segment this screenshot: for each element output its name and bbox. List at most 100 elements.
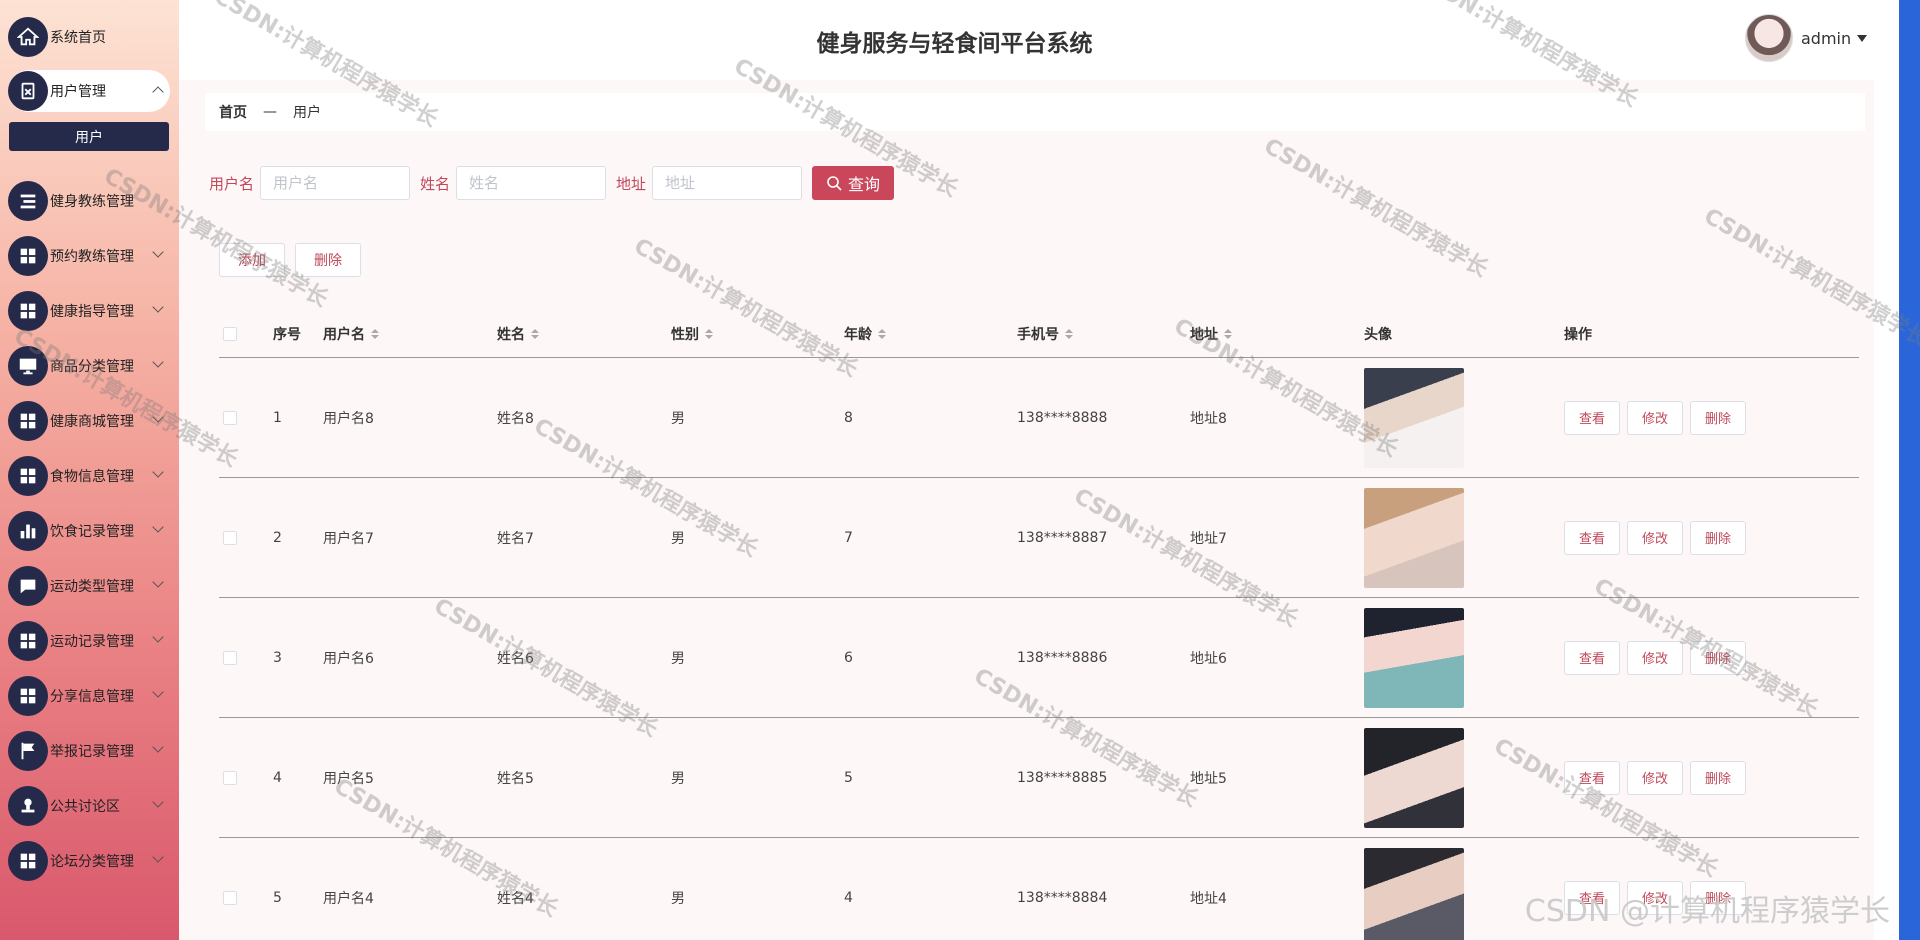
row-checkbox[interactable] bbox=[223, 410, 237, 425]
sidebar-item-home[interactable]: 系统首页 bbox=[8, 16, 170, 58]
name-input[interactable] bbox=[456, 166, 607, 200]
grid-icon bbox=[8, 401, 48, 441]
sidebar-item-guidance[interactable]: 健康指导管理 bbox=[8, 290, 170, 332]
avatar-photo[interactable] bbox=[1364, 487, 1464, 588]
sidebar-item-diet[interactable]: 饮食记录管理 bbox=[8, 510, 170, 552]
chevron-down-icon bbox=[152, 246, 164, 258]
chevron-down-icon bbox=[152, 741, 164, 753]
view-button[interactable]: 查看 bbox=[1564, 880, 1621, 915]
delete-row-button[interactable]: 删除 bbox=[1690, 880, 1747, 915]
sort-icon[interactable] bbox=[1224, 328, 1232, 339]
header-sex[interactable]: 性别 bbox=[671, 324, 844, 344]
flag-icon bbox=[8, 731, 48, 771]
sort-icon[interactable] bbox=[371, 328, 379, 339]
sidebar-item-users[interactable]: 用户管理 bbox=[8, 70, 170, 112]
edit-button[interactable]: 修改 bbox=[1627, 880, 1684, 915]
view-button[interactable]: 查看 bbox=[1564, 400, 1621, 435]
cell-phone: 138****8884 bbox=[1017, 889, 1108, 906]
sidebar-item-forum-category[interactable]: 论坛分类管理 bbox=[8, 840, 170, 882]
header-label: 姓名 bbox=[497, 326, 525, 343]
avatar-photo[interactable] bbox=[1364, 847, 1464, 940]
cell-username: 用户名8 bbox=[323, 410, 374, 427]
search-icon bbox=[827, 176, 842, 191]
cell-username: 用户名4 bbox=[323, 890, 374, 907]
cell-address: 地址6 bbox=[1190, 650, 1227, 667]
sidebar-item-report[interactable]: 举报记录管理 bbox=[8, 730, 170, 772]
clipboard-icon bbox=[8, 71, 48, 111]
sort-icon[interactable] bbox=[705, 328, 713, 339]
delete-button[interactable]: 删除 bbox=[295, 243, 361, 277]
user-menu[interactable]: admin bbox=[1745, 14, 1868, 62]
cell-phone: 138****8888 bbox=[1017, 409, 1108, 426]
edit-button[interactable]: 修改 bbox=[1627, 400, 1684, 435]
cell-index: 5 bbox=[273, 889, 282, 906]
edit-button[interactable]: 修改 bbox=[1627, 520, 1684, 555]
avatar-photo[interactable] bbox=[1364, 367, 1464, 468]
cell-phone: 138****8886 bbox=[1017, 649, 1108, 666]
sort-icon[interactable] bbox=[878, 328, 886, 339]
header-label: 用户名 bbox=[323, 326, 365, 343]
grid-icon bbox=[8, 291, 48, 331]
address-input[interactable] bbox=[652, 166, 803, 200]
header-phone[interactable]: 手机号 bbox=[1017, 324, 1190, 344]
sidebar-item-label: 健康指导管理 bbox=[50, 304, 134, 320]
cell-sex: 男 bbox=[671, 530, 685, 547]
row-checkbox[interactable] bbox=[223, 890, 237, 905]
sort-icon[interactable] bbox=[531, 328, 539, 339]
header-username[interactable]: 用户名 bbox=[323, 324, 497, 344]
cell-username: 用户名6 bbox=[323, 650, 374, 667]
delete-row-button[interactable]: 删除 bbox=[1690, 760, 1747, 795]
avatar-photo[interactable] bbox=[1364, 607, 1464, 708]
sidebar-item-share[interactable]: 分享信息管理 bbox=[8, 675, 170, 717]
header-name[interactable]: 姓名 bbox=[497, 324, 671, 344]
delete-row-button[interactable]: 删除 bbox=[1690, 520, 1747, 555]
cell-name: 姓名6 bbox=[497, 650, 534, 667]
edit-button[interactable]: 修改 bbox=[1627, 640, 1684, 675]
breadcrumb-home[interactable]: 首页 bbox=[219, 102, 247, 122]
sidebar-item-coach[interactable]: 健身教练管理 bbox=[8, 180, 170, 222]
header-age[interactable]: 年龄 bbox=[844, 324, 1017, 344]
query-button[interactable]: 查询 bbox=[812, 166, 895, 200]
cell-age: 4 bbox=[844, 889, 853, 906]
add-button[interactable]: 添加 bbox=[219, 243, 285, 277]
chevron-down-icon bbox=[152, 411, 164, 423]
cell-sex: 男 bbox=[671, 650, 685, 667]
row-checkbox[interactable] bbox=[223, 650, 237, 665]
view-button[interactable]: 查看 bbox=[1564, 760, 1621, 795]
sidebar-item-forum[interactable]: 公共讨论区 bbox=[8, 785, 170, 827]
row-checkbox[interactable] bbox=[223, 770, 237, 785]
header-photo: 头像 bbox=[1364, 326, 1392, 343]
username-input[interactable] bbox=[260, 166, 411, 200]
select-all-checkbox[interactable] bbox=[223, 326, 237, 341]
page-title: 健身服务与轻食间平台系统 bbox=[816, 31, 1093, 57]
sidebar-item-label: 公共讨论区 bbox=[50, 799, 120, 815]
avatar-photo[interactable] bbox=[1364, 727, 1464, 828]
delete-row-button[interactable]: 删除 bbox=[1690, 400, 1747, 435]
cell-address: 地址7 bbox=[1190, 530, 1227, 547]
view-button[interactable]: 查看 bbox=[1564, 520, 1621, 555]
cell-phone: 138****8887 bbox=[1017, 529, 1108, 546]
sidebar-item-food[interactable]: 食物信息管理 bbox=[8, 455, 170, 497]
sidebar-subitem-user[interactable]: 用户 bbox=[9, 122, 169, 151]
sidebar-item-sport-type[interactable]: 运动类型管理 bbox=[8, 565, 170, 607]
cell-name: 姓名4 bbox=[497, 890, 534, 907]
sidebar-item-sport-record[interactable]: 运动记录管理 bbox=[8, 620, 170, 662]
view-button[interactable]: 查看 bbox=[1564, 640, 1621, 675]
grid-icon bbox=[8, 621, 48, 661]
cell-age: 5 bbox=[844, 769, 853, 786]
cell-address: 地址5 bbox=[1190, 770, 1227, 787]
delete-row-button[interactable]: 删除 bbox=[1690, 640, 1747, 675]
sidebar-item-mall[interactable]: 健康商城管理 bbox=[8, 400, 170, 442]
sidebar-item-category[interactable]: 商品分类管理 bbox=[8, 345, 170, 387]
row-checkbox[interactable] bbox=[223, 530, 237, 545]
sidebar-item-label: 饮食记录管理 bbox=[50, 524, 134, 540]
header-address[interactable]: 地址 bbox=[1190, 324, 1364, 344]
sidebar-item-label: 运动类型管理 bbox=[50, 579, 134, 595]
cell-index: 3 bbox=[273, 649, 282, 666]
sort-icon[interactable] bbox=[1065, 328, 1073, 339]
edit-button[interactable]: 修改 bbox=[1627, 760, 1684, 795]
sidebar-item-booking[interactable]: 预约教练管理 bbox=[8, 235, 170, 277]
table-row: 2 用户名7 姓名7 男 7 138****8887 地址7 查看 修改 删除 bbox=[219, 478, 1859, 598]
breadcrumb-separator: — bbox=[263, 104, 277, 120]
breadcrumb: 首页 — 用户 bbox=[205, 93, 1865, 131]
